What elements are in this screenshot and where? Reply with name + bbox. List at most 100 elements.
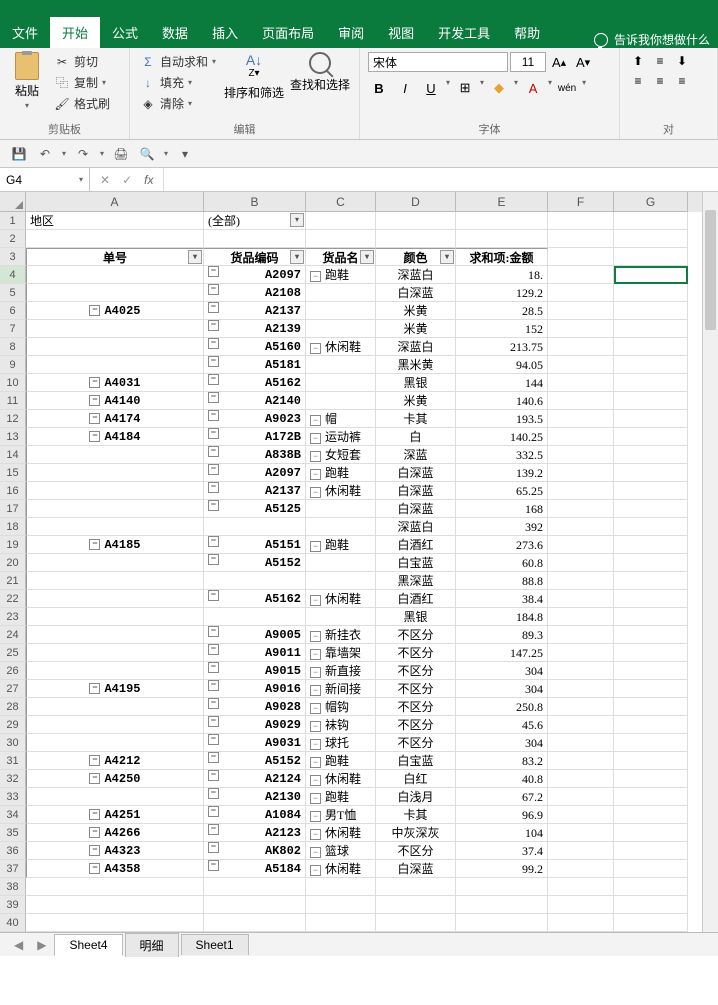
cell[interactable]: −新直接	[306, 662, 376, 680]
cell[interactable]	[376, 914, 456, 932]
cell[interactable]: −A1084	[204, 806, 306, 824]
paste-button[interactable]: 粘贴▾	[8, 52, 46, 119]
cell[interactable]: 88.8	[456, 572, 548, 590]
cell[interactable]	[548, 446, 614, 464]
collapse-icon[interactable]: −	[208, 842, 219, 853]
cell[interactable]	[614, 806, 688, 824]
cell[interactable]	[26, 554, 204, 572]
collapse-icon[interactable]: −	[310, 685, 321, 696]
cell[interactable]: 白酒红	[376, 536, 456, 554]
col-header-c[interactable]: C	[306, 192, 376, 212]
cell[interactable]: −篮球	[306, 842, 376, 860]
collapse-icon[interactable]: −	[310, 415, 321, 426]
cell[interactable]	[204, 914, 306, 932]
row-header[interactable]: 36	[0, 842, 26, 860]
cell[interactable]	[26, 788, 204, 806]
cell[interactable]	[614, 482, 688, 500]
collapse-icon[interactable]: −	[208, 446, 219, 457]
cell[interactable]: 白深蓝	[376, 482, 456, 500]
cell[interactable]	[204, 572, 306, 590]
pivot-header-amount[interactable]: 求和项:金额	[456, 248, 548, 266]
cell[interactable]: 不区分	[376, 662, 456, 680]
collapse-icon[interactable]: −	[208, 374, 219, 385]
collapse-icon[interactable]: −	[310, 271, 321, 282]
tab-view[interactable]: 视图	[376, 17, 426, 48]
row-header[interactable]: 20	[0, 554, 26, 572]
cell[interactable]: 白深蓝	[376, 500, 456, 518]
cell[interactable]: 米黄	[376, 302, 456, 320]
cell[interactable]: −帽	[306, 410, 376, 428]
row-header[interactable]: 23	[0, 608, 26, 626]
cell[interactable]	[614, 734, 688, 752]
cell[interactable]: −A5152	[204, 554, 306, 572]
cell[interactable]	[614, 572, 688, 590]
row-header[interactable]: 28	[0, 698, 26, 716]
cell[interactable]: 不区分	[376, 644, 456, 662]
cell[interactable]: −A5160	[204, 338, 306, 356]
cell[interactable]	[548, 698, 614, 716]
cell[interactable]: 152	[456, 320, 548, 338]
cell[interactable]: 104	[456, 824, 548, 842]
cell[interactable]: 黑银	[376, 374, 456, 392]
cell[interactable]	[614, 644, 688, 662]
tab-dev[interactable]: 开发工具	[426, 17, 502, 48]
cell[interactable]: −A2130	[204, 788, 306, 806]
cell[interactable]	[614, 338, 688, 356]
fx-icon[interactable]: fx	[144, 173, 153, 187]
cell[interactable]: −A5184	[204, 860, 306, 878]
collapse-icon[interactable]: −	[208, 626, 219, 637]
cell[interactable]: 黑米黄	[376, 356, 456, 374]
cell[interactable]: −A4031	[26, 374, 204, 392]
collapse-icon[interactable]: −	[208, 860, 219, 871]
row-header[interactable]: 17	[0, 500, 26, 518]
col-header-g[interactable]: G	[614, 192, 688, 212]
collapse-icon[interactable]: −	[208, 680, 219, 691]
collapse-icon[interactable]: −	[89, 827, 100, 838]
collapse-icon[interactable]: −	[310, 541, 321, 552]
cell[interactable]: 白深蓝	[376, 464, 456, 482]
collapse-icon[interactable]: −	[310, 739, 321, 750]
cell[interactable]: −A4184	[26, 428, 204, 446]
collapse-icon[interactable]: −	[310, 631, 321, 642]
cell[interactable]: −袜钩	[306, 716, 376, 734]
formula-bar[interactable]	[163, 168, 718, 191]
cell[interactable]	[614, 392, 688, 410]
row-header[interactable]: 38	[0, 878, 26, 896]
cell[interactable]: 白	[376, 428, 456, 446]
row-header[interactable]: 39	[0, 896, 26, 914]
col-header-d[interactable]: D	[376, 192, 456, 212]
cell[interactable]: 304	[456, 680, 548, 698]
cell[interactable]	[376, 878, 456, 896]
row-header[interactable]: 34	[0, 806, 26, 824]
cell[interactable]: 273.6	[456, 536, 548, 554]
cell[interactable]: −A5181	[204, 356, 306, 374]
row-header[interactable]: 18	[0, 518, 26, 536]
cell[interactable]	[26, 608, 204, 626]
cell[interactable]	[306, 896, 376, 914]
collapse-icon[interactable]: −	[310, 469, 321, 480]
align-center-button[interactable]: ≡	[650, 72, 670, 90]
cell[interactable]	[614, 824, 688, 842]
cell[interactable]	[614, 284, 688, 302]
cell[interactable]: −A2124	[204, 770, 306, 788]
cell[interactable]	[306, 284, 376, 302]
row-header[interactable]: 19	[0, 536, 26, 554]
cut-button[interactable]: ✂剪切	[52, 52, 112, 71]
cell[interactable]: −A4250	[26, 770, 204, 788]
row-header[interactable]: 1	[0, 212, 26, 230]
phonetic-button[interactable]: wén	[556, 78, 578, 98]
cell[interactable]: 不区分	[376, 716, 456, 734]
collapse-icon[interactable]: −	[89, 845, 100, 856]
collapse-icon[interactable]: −	[310, 703, 321, 714]
pivot-header-order[interactable]: 单号▾	[26, 248, 204, 266]
cell[interactable]	[548, 590, 614, 608]
row-header[interactable]: 3	[0, 248, 26, 266]
cell[interactable]: −A5162	[204, 590, 306, 608]
confirm-icon[interactable]: ✓	[122, 173, 132, 187]
print-button[interactable]: 🖨	[112, 145, 130, 163]
italic-button[interactable]: I	[394, 78, 416, 98]
cell[interactable]: 不区分	[376, 734, 456, 752]
cell[interactable]	[26, 446, 204, 464]
cell[interactable]	[548, 752, 614, 770]
cell[interactable]	[548, 572, 614, 590]
